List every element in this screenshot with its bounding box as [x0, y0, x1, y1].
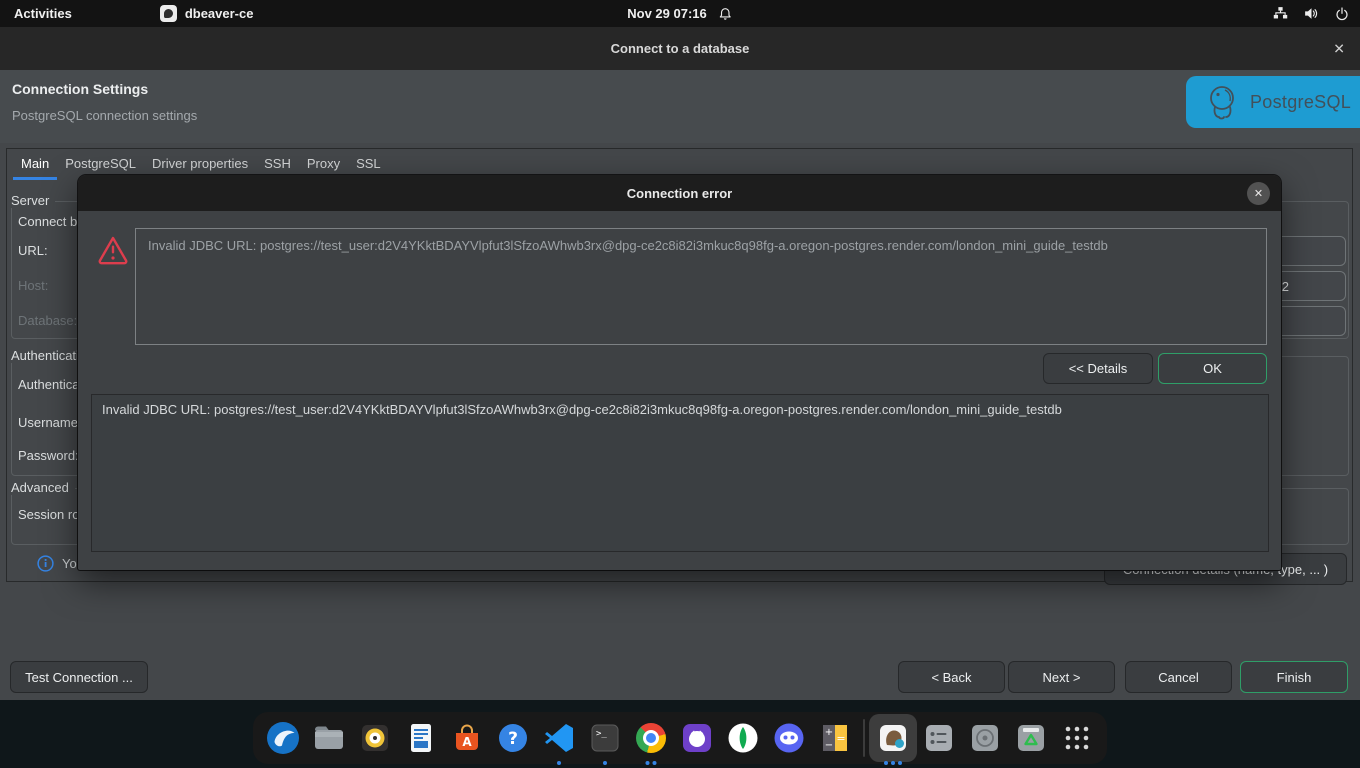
thunderbird-icon[interactable] — [265, 720, 301, 756]
app-grid-icon[interactable] — [1059, 720, 1095, 756]
tab-main[interactable]: Main — [13, 149, 57, 180]
window-titlebar: Connect to a database ✕ — [0, 27, 1360, 70]
svg-text:>_: >_ — [596, 729, 607, 739]
test-connection-button[interactable]: Test Connection ... — [10, 661, 148, 693]
wizard-header: Connection Settings PostgreSQL connectio… — [0, 70, 1360, 143]
url-label: URL: — [18, 243, 48, 259]
error-dialog-title: Connection error — [627, 186, 732, 201]
power-icon — [1334, 6, 1350, 22]
clock-menu[interactable]: Nov 29 07:16 — [627, 6, 733, 22]
error-message-box: Invalid JDBC URL: postgres://test_user:d… — [135, 228, 1267, 345]
error-dialog-titlebar: Connection error ✕ — [78, 175, 1281, 211]
focused-app-indicator[interactable]: dbeaver-ce — [160, 5, 254, 22]
settings-icon[interactable] — [921, 720, 957, 756]
window-close-button[interactable]: ✕ — [1333, 40, 1345, 57]
svg-text:?: ? — [508, 729, 518, 749]
error-warning-icon — [97, 234, 129, 266]
terminal-icon[interactable]: >_ — [587, 720, 623, 756]
svg-text:+: + — [825, 727, 833, 738]
mongodb-compass-icon[interactable] — [725, 720, 761, 756]
discord-icon[interactable] — [771, 720, 807, 756]
error-dialog-close-button[interactable]: ✕ — [1247, 182, 1270, 205]
vscode-icon[interactable] — [541, 720, 577, 756]
host-label: Host: — [18, 278, 48, 294]
postgresql-elephant-icon — [1202, 81, 1242, 123]
svg-text:=: = — [836, 732, 845, 745]
help-icon[interactable]: ? — [495, 720, 531, 756]
dock: A ? >_ — [253, 712, 1107, 764]
system-tray[interactable] — [1272, 5, 1350, 22]
cancel-button[interactable]: Cancel — [1125, 661, 1232, 693]
finish-button[interactable]: Finish — [1240, 661, 1348, 693]
back-button[interactable]: < Back — [898, 661, 1005, 693]
server-group-label: Server — [11, 193, 55, 208]
files-icon[interactable] — [311, 720, 347, 756]
window-title: Connect to a database — [611, 41, 750, 56]
connect-by-label: Connect by: — [18, 214, 87, 230]
page-subtitle: PostgreSQL connection settings — [12, 108, 197, 123]
top-bar: Activities dbeaver-ce Nov 29 07:16 — [0, 0, 1360, 27]
libreoffice-writer-icon[interactable] — [403, 720, 439, 756]
notification-bell-icon — [717, 6, 733, 22]
password-label: Password: — [18, 448, 79, 464]
username-label: Username: — [18, 415, 82, 431]
clock-label: Nov 29 07:16 — [627, 6, 707, 21]
dbeaver-mini-icon — [160, 5, 177, 22]
info-icon — [37, 555, 54, 572]
desktop: A ? >_ — [0, 700, 1360, 768]
next-button[interactable]: Next > — [1008, 661, 1115, 693]
postgresql-badge-label: PostgreSQL — [1250, 92, 1351, 113]
dbeaver-icon[interactable] — [875, 720, 911, 756]
page-title: Connection Settings — [12, 81, 148, 97]
database-label: Database: — [18, 313, 77, 329]
github-desktop-icon[interactable] — [679, 720, 715, 756]
focused-app-name: dbeaver-ce — [185, 6, 254, 21]
dock-separator — [863, 719, 865, 757]
chrome-icon[interactable] — [633, 720, 669, 756]
volume-icon — [1303, 5, 1320, 22]
ok-button[interactable]: OK — [1158, 353, 1267, 384]
calculator-icon[interactable]: + −= — [817, 720, 853, 756]
disks-icon[interactable] — [967, 720, 1003, 756]
postgresql-badge: PostgreSQL — [1186, 76, 1360, 128]
svg-text:−: − — [825, 740, 833, 751]
screen: Activities dbeaver-ce Nov 29 07:16 — [0, 0, 1360, 768]
details-toggle-button[interactable]: << Details — [1043, 353, 1153, 384]
advanced-group-label: Advanced — [11, 480, 75, 495]
ubuntu-software-icon[interactable]: A — [449, 720, 485, 756]
svg-text:A: A — [462, 735, 472, 749]
activities-button[interactable]: Activities — [14, 6, 72, 21]
trash-icon[interactable] — [1013, 720, 1049, 756]
error-details-textarea[interactable]: Invalid JDBC URL: postgres://test_user:d… — [91, 394, 1269, 552]
network-icon — [1272, 5, 1289, 22]
connection-error-dialog: Connection error ✕ Invalid JDBC URL: pos… — [78, 175, 1281, 570]
rhythmbox-icon[interactable] — [357, 720, 393, 756]
